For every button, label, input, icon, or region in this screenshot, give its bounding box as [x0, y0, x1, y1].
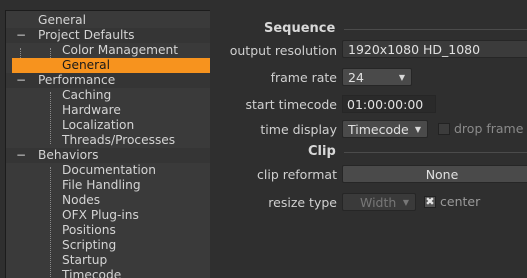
chevron-down-icon: ▼ — [414, 125, 421, 134]
collapse-icon[interactable]: − — [16, 148, 26, 163]
tree-item-project-defaults[interactable]: − Project Defaults — [6, 28, 210, 43]
tree-item-behaviors[interactable]: − Behaviors — [6, 148, 210, 163]
frame-rate-label: frame rate — [270, 70, 337, 85]
preferences-window: General − Project Defaults Color Managem… — [0, 0, 527, 278]
preferences-tree: General − Project Defaults Color Managem… — [5, 10, 211, 278]
tree-item-label: General — [62, 58, 111, 72]
tree-item-startup[interactable]: Startup — [6, 253, 210, 268]
time-display-dropdown[interactable]: Timecode ▼ — [342, 120, 428, 138]
tree-item-file-handling[interactable]: File Handling — [6, 178, 210, 193]
time-display-label: time display — [260, 122, 337, 137]
section-title-sequence: Sequence — [264, 21, 336, 36]
tree-item-label: Positions — [62, 223, 116, 237]
center-label: center — [440, 194, 481, 209]
tree-item-label: Project Defaults — [38, 28, 135, 42]
tree-item-threads-processes[interactable]: Threads/Processes — [6, 133, 210, 148]
chevron-down-icon: ▼ — [402, 198, 409, 207]
tree-item-caching[interactable]: Caching — [6, 88, 210, 103]
tree-item-performance[interactable]: − Performance — [6, 73, 210, 88]
tree-item-label: Scripting — [62, 238, 117, 252]
tree-item-scripting[interactable]: Scripting — [6, 238, 210, 253]
tree-item-label: General — [38, 13, 87, 27]
clip-reformat-value: None — [425, 167, 459, 182]
start-timecode-value: 01:00:00:00 — [347, 97, 424, 112]
collapse-icon[interactable]: − — [16, 28, 26, 43]
section-divider — [344, 152, 527, 153]
tree-item-timecode[interactable]: Timecode — [6, 268, 210, 278]
tree-item-color-management[interactable]: Color Management — [6, 43, 210, 58]
start-timecode-input[interactable]: 01:00:00:00 — [342, 95, 436, 113]
checkmark-icon: ✖ — [425, 195, 435, 208]
tree-item-positions[interactable]: Positions — [6, 223, 210, 238]
center-checkbox[interactable]: ✖ — [424, 196, 436, 208]
tree-item-label: Color Management — [62, 43, 178, 57]
tree-item-label: Startup — [62, 253, 108, 267]
tree-item-label: Performance — [38, 73, 116, 87]
tree-item-general[interactable]: General — [6, 13, 210, 28]
tree-item-label: Timecode — [62, 268, 122, 278]
tree-item-hardware[interactable]: Hardware — [6, 103, 210, 118]
clip-reformat-label: clip reformat — [257, 167, 337, 182]
tree-item-label: Caching — [62, 88, 112, 102]
time-display-value: Timecode — [348, 122, 409, 137]
tree-item-label: Localization — [62, 118, 135, 132]
tree-item-label: Nodes — [62, 193, 101, 207]
output-resolution-dropdown[interactable]: 1920x1080 HD_1080 — [342, 40, 527, 58]
tree-item-label: Hardware — [62, 103, 121, 117]
frame-rate-dropdown[interactable]: 24 ▼ — [342, 68, 412, 86]
resize-type-label: resize type — [268, 195, 337, 210]
frame-rate-value: 24 — [348, 70, 364, 85]
resize-type-dropdown[interactable]: Width ▼ — [342, 193, 416, 211]
resize-type-value: Width — [360, 195, 397, 210]
tree-item-localization[interactable]: Localization — [6, 118, 210, 133]
start-timecode-label: start timecode — [245, 97, 337, 112]
tree-item-label: Behaviors — [38, 148, 99, 162]
tree-item-nodes[interactable]: Nodes — [6, 193, 210, 208]
tree-item-documentation[interactable]: Documentation — [6, 163, 210, 178]
section-divider — [344, 29, 527, 30]
section-title-clip: Clip — [308, 144, 336, 159]
drop-frame-label: drop frame — [454, 121, 524, 136]
tree-item-project-defaults-general[interactable]: General — [12, 58, 210, 73]
tree-item-label: Threads/Processes — [62, 133, 176, 147]
tree-item-label: File Handling — [62, 178, 141, 192]
chevron-down-icon: ▼ — [398, 73, 405, 82]
output-resolution-label: output resolution — [229, 43, 337, 58]
drop-frame-checkbox[interactable] — [438, 123, 450, 135]
tree-item-ofx-plug-ins[interactable]: OFX Plug-ins — [6, 208, 210, 223]
output-resolution-value: 1920x1080 HD_1080 — [348, 42, 481, 57]
clip-reformat-dropdown[interactable]: None ▼ — [342, 165, 527, 183]
collapse-icon[interactable]: − — [16, 73, 26, 88]
tree-item-label: Documentation — [62, 163, 156, 177]
settings-panel: Sequence output resolution 1920x1080 HD_… — [210, 10, 527, 278]
tree-item-label: OFX Plug-ins — [62, 208, 139, 222]
